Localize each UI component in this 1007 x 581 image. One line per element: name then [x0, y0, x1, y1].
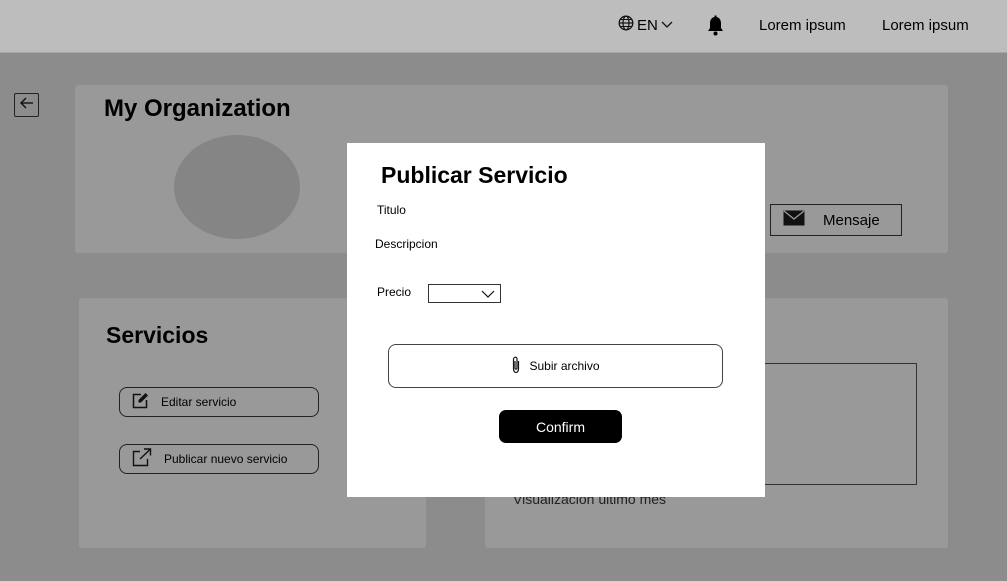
chevron-down-icon: [661, 17, 673, 34]
message-button[interactable]: Mensaje: [770, 204, 902, 236]
price-field-label: Precio: [377, 285, 412, 299]
bell-icon[interactable]: [706, 15, 725, 41]
price-select[interactable]: [428, 284, 501, 303]
upload-file-label: Subir archivo: [529, 359, 600, 373]
confirm-button[interactable]: Confirm: [499, 410, 622, 443]
arrow-left-icon: [19, 96, 34, 114]
avatar: [174, 135, 300, 239]
envelope-icon: [783, 210, 805, 230]
edit-service-label: Editar servicio: [161, 395, 237, 409]
services-title: Servicios: [106, 322, 209, 348]
top-bar: EN Lorem ipsum Lorem ipsum: [0, 0, 1007, 53]
globe-icon: [618, 15, 634, 35]
publish-service-button[interactable]: Publicar nuevo servicio: [119, 444, 319, 474]
edit-icon: [132, 392, 149, 412]
paperclip-icon: [511, 356, 521, 377]
back-button[interactable]: [14, 93, 39, 117]
language-selector[interactable]: EN: [618, 15, 673, 35]
title-field-label: Titulo: [377, 203, 406, 217]
stats-chart-area: [757, 363, 917, 485]
message-button-label: Mensaje: [823, 211, 880, 229]
chevron-down-icon: [481, 290, 495, 298]
top-link-1[interactable]: Lorem ipsum: [759, 17, 846, 34]
organization-title: My Organization: [104, 95, 291, 122]
edit-service-button[interactable]: Editar servicio: [119, 387, 319, 417]
publish-service-modal: Publicar Servicio Titulo Descripcion Pre…: [347, 143, 765, 497]
top-link-2[interactable]: Lorem ipsum: [882, 17, 969, 34]
description-field-label: Descripcion: [375, 237, 438, 251]
language-label: EN: [637, 16, 658, 34]
external-link-icon: [132, 448, 152, 470]
modal-title: Publicar Servicio: [381, 162, 568, 188]
publish-service-label: Publicar nuevo servicio: [164, 452, 288, 466]
upload-file-button[interactable]: Subir archivo: [388, 344, 723, 388]
